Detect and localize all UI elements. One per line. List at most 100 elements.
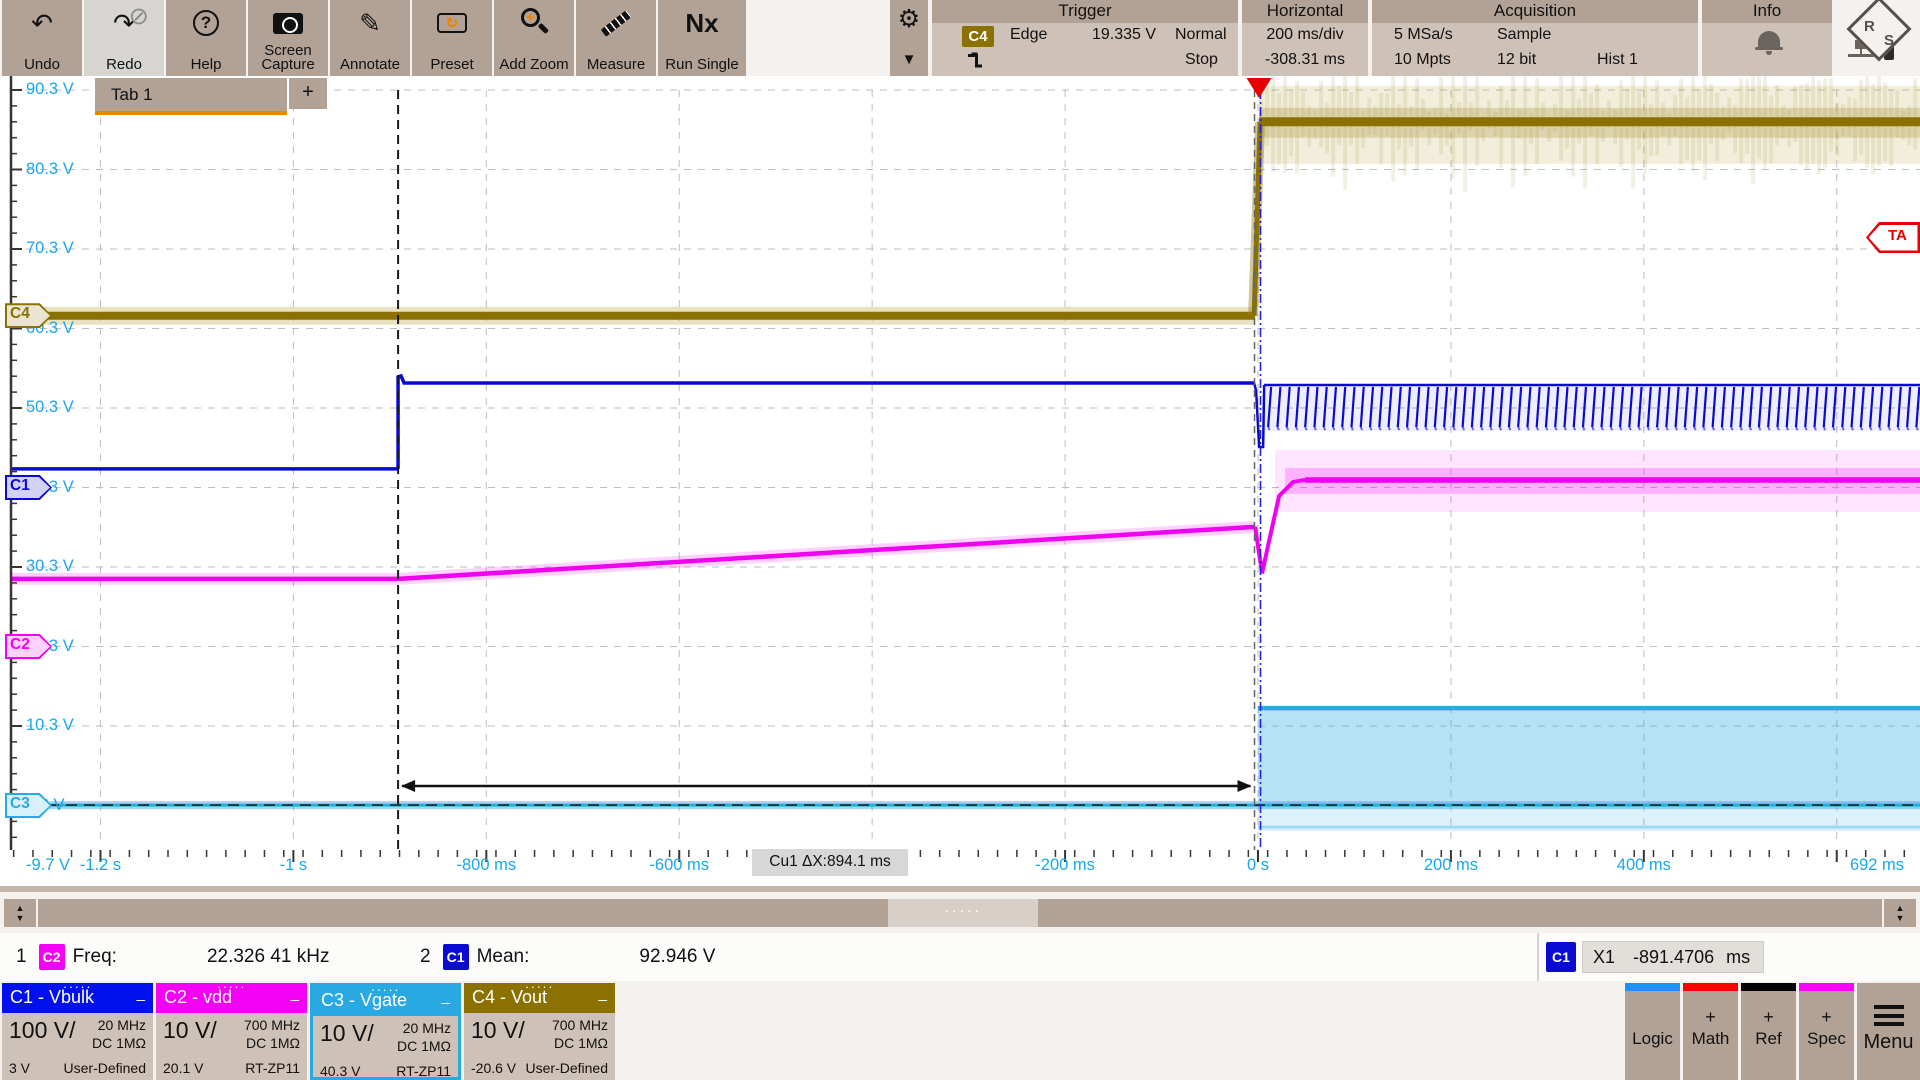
x1-value-box[interactable]: X1 -891.4706 ms — [1582, 941, 1764, 973]
drag-handle-dots[interactable]: ····· — [525, 979, 554, 994]
c1-badge: C1 — [443, 944, 469, 970]
waveform-canvas — [0, 76, 1920, 886]
help-button[interactable]: ? Help — [166, 0, 246, 76]
oscilloscope-app: ↶ Undo ↷⊘ Redo ? Help Screen Capture ✎ A… — [0, 0, 1920, 1080]
channel-box-c2[interactable]: C2 - vdd ····· _ 10 V/ 700 MHz DC 1MΩ 20… — [156, 983, 307, 1080]
ruler-icon — [600, 6, 632, 40]
settings-column[interactable]: ⚙ ▼ — [890, 0, 928, 76]
channel-scale: 10 V/ — [163, 1017, 217, 1044]
screen-capture-button[interactable]: Screen Capture — [248, 0, 328, 76]
trigger-section[interactable]: Trigger C4 Edge 19.335 V Normal Stop — [932, 0, 1238, 76]
drag-handle-dots[interactable]: ····· — [371, 982, 400, 997]
minimize-icon[interactable]: _ — [291, 985, 299, 1002]
plus-icon: + — [1683, 1007, 1738, 1027]
spec-color-bar — [1799, 983, 1854, 991]
record-length: 10 Mpts — [1394, 51, 1451, 69]
preset-button[interactable]: ↻ Preset — [412, 0, 492, 76]
drag-handle-dots[interactable]: ····· — [217, 979, 246, 994]
screen-capture-label: Screen Capture — [250, 44, 326, 72]
channel-probe: RT-ZP11 — [245, 1060, 300, 1076]
channel-coupling: DC 1MΩ — [554, 1035, 608, 1051]
toolbar: ↶ Undo ↷⊘ Redo ? Help Screen Capture ✎ A… — [0, 0, 1920, 76]
add-tab-button[interactable]: + — [289, 78, 327, 109]
acquisition-section[interactable]: Acquisition 5 MSa/s Sample 10 Mpts 12 bi… — [1372, 0, 1698, 76]
horizontal-section-title: Horizontal — [1242, 0, 1368, 23]
cursor-delta-label[interactable]: Cu1 ΔX:894.1 ms — [752, 849, 908, 876]
run-single-button[interactable]: ⌃Nx Run Single — [658, 0, 746, 76]
annotate-button[interactable]: ✎ Annotate — [330, 0, 410, 76]
measurement-2[interactable]: 2 C1 Mean: 92.946 V — [420, 933, 715, 981]
help-label: Help — [191, 57, 222, 72]
logic-button[interactable]: Logic — [1625, 983, 1680, 1080]
horizontal-scale: 200 ms/div — [1242, 26, 1368, 44]
trigger-type: Edge — [1010, 26, 1047, 44]
cursor-x1-readout[interactable]: C1 X1 -891.4706 ms — [1546, 941, 1764, 973]
channel-bandwidth: 20 MHz — [403, 1020, 451, 1036]
measure-button[interactable]: Measure — [576, 0, 656, 76]
menu-button[interactable]: Menu — [1857, 983, 1920, 1080]
math-label: Math — [1683, 1029, 1738, 1049]
channel-probe: RT-ZP11 — [396, 1063, 451, 1079]
v-axis-label: 80.3 V — [26, 160, 74, 179]
spec-label: Spec — [1799, 1029, 1854, 1049]
chevron-down-icon: ▼ — [902, 51, 917, 68]
channel-offset: -20.6 V — [471, 1060, 516, 1076]
measurement-index: 1 — [16, 946, 27, 968]
v-axis-label: 30.3 V — [26, 557, 74, 576]
minimize-icon[interactable]: _ — [599, 985, 607, 1002]
measurement-index: 2 — [420, 946, 431, 968]
measurement-label: Mean: — [477, 946, 530, 968]
add-zoom-button[interactable]: + Add Zoom — [494, 0, 574, 76]
channel-box-c1[interactable]: C1 - Vbulk ····· _ 100 V/ 20 MHz DC 1MΩ … — [2, 983, 153, 1080]
scrollbar-track[interactable]: ····· — [38, 899, 1882, 927]
ref-color-bar — [1741, 983, 1796, 991]
tab-diagram1[interactable]: Tab 1 — [95, 78, 287, 115]
channel-box-c4[interactable]: C4 - Vout ····· _ 10 V/ 700 MHz DC 1MΩ -… — [464, 983, 615, 1080]
redo-icon: ↷⊘ — [113, 6, 135, 40]
measurement-1[interactable]: 1 C2 Freq: 22.326 41 kHz — [16, 933, 329, 981]
c2-badge: C2 — [39, 944, 65, 970]
scroll-right-buttons[interactable]: ▲ ▼ — [1884, 899, 1916, 927]
measurement-label: Freq: — [73, 946, 117, 968]
preset-icon: ↻ — [437, 6, 467, 40]
add-ref-button[interactable]: + Ref — [1741, 983, 1796, 1080]
add-spec-button[interactable]: + Spec — [1799, 983, 1854, 1080]
channel-probe: User-Defined — [64, 1060, 146, 1076]
redo-button[interactable]: ↷⊘ Redo — [84, 0, 164, 76]
hamburger-icon — [1874, 1005, 1904, 1026]
resolution-bits: 12 bit — [1497, 51, 1536, 69]
channel-bandwidth: 20 MHz — [98, 1017, 146, 1033]
preset-label: Preset — [430, 57, 473, 72]
logic-color-bar — [1625, 983, 1680, 991]
logo-letter-s: S — [1884, 32, 1894, 49]
channel-box-c3-selected[interactable]: C3 - Vgate ····· _ 10 V/ 20 MHz DC 1MΩ 4… — [310, 983, 461, 1080]
scrollbar-handle[interactable]: ····· — [888, 899, 1038, 927]
t-axis-label: 692 ms — [1850, 856, 1904, 875]
info-section[interactable]: Info — [1702, 0, 1832, 76]
drag-handle-dots[interactable]: ····· — [63, 979, 92, 994]
channel-coupling: DC 1MΩ — [92, 1035, 146, 1051]
history-indicator: Hist 1 — [1597, 51, 1638, 69]
scroll-up-icon: ▲ — [1896, 903, 1905, 913]
channel-offset: 3 V — [9, 1060, 30, 1076]
logic-label: Logic — [1625, 1029, 1680, 1049]
undo-button[interactable]: ↶ Undo — [2, 0, 82, 76]
minimize-icon[interactable]: _ — [442, 988, 450, 1005]
measurement-value: 92.946 V — [639, 946, 715, 968]
horizontal-section[interactable]: Horizontal 200 ms/div -308.31 ms — [1242, 0, 1368, 76]
run-single-label: Run Single — [665, 57, 738, 72]
plus-icon: + — [1799, 1007, 1854, 1027]
channel-bandwidth: 700 MHz — [552, 1017, 608, 1033]
add-math-button[interactable]: + Math — [1683, 983, 1738, 1080]
t-axis-label: -200 ms — [1035, 856, 1095, 875]
minimize-icon[interactable]: _ — [137, 985, 145, 1002]
t-axis-label: 200 ms — [1424, 856, 1478, 875]
waveform-display[interactable]: Tab 1 + 90.3 V80.3 V70.3 V60.3 V50.3 V40… — [0, 76, 1920, 886]
scroll-up-icon: ▲ — [16, 903, 25, 913]
channel-coupling: DC 1MΩ — [246, 1035, 300, 1051]
logo-letter-r: R — [1864, 18, 1875, 35]
undo-icon: ↶ — [31, 6, 53, 40]
annotate-label: Annotate — [340, 57, 400, 72]
acquisition-section-title: Acquisition — [1372, 0, 1698, 23]
scroll-left-buttons[interactable]: ▲ ▼ — [4, 899, 36, 927]
